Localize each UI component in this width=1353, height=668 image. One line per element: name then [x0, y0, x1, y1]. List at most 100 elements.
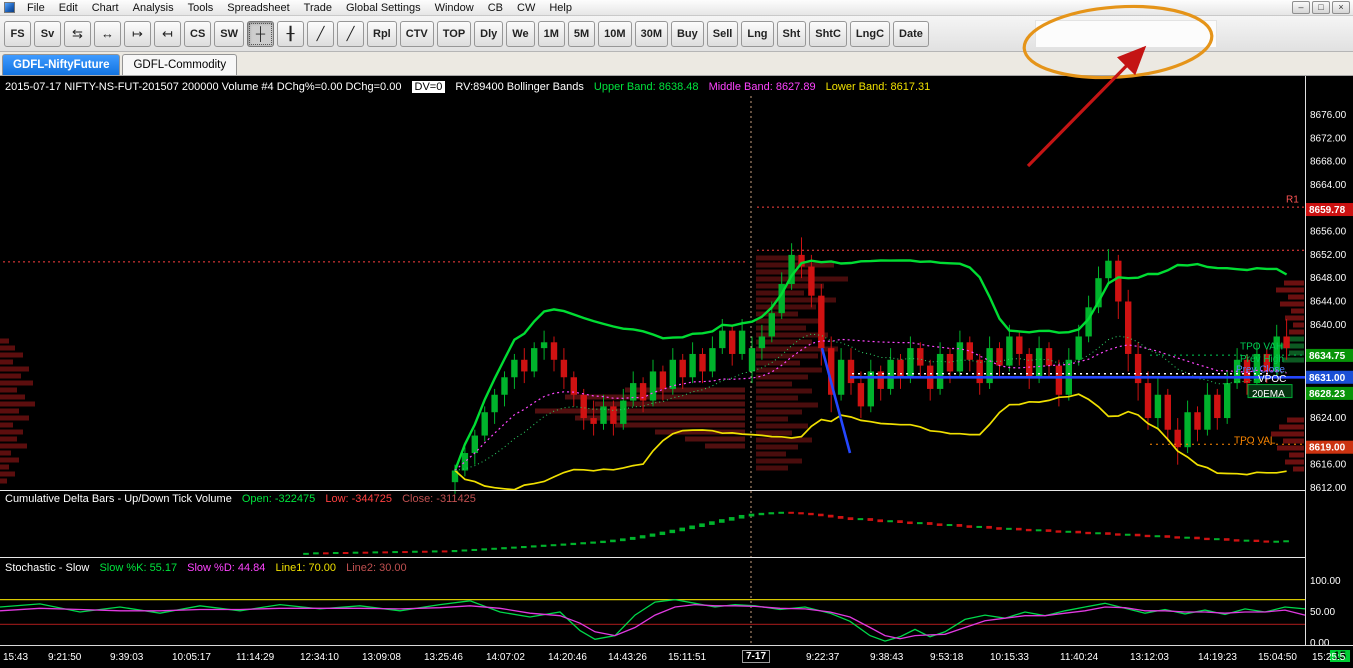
menu-item-tools[interactable]: Tools	[181, 1, 221, 15]
price-chart-canvas[interactable]: R1TPO VAHPrev HighPrev CloseVPOC20EMATPO…	[0, 76, 1353, 668]
stochastic-d-value: Slow %D: 44.84	[187, 562, 266, 574]
tab-bar: GDFL-NiftyFuture GDFL-Commodity	[0, 52, 1353, 76]
application-icon	[4, 2, 15, 13]
time-label: 14:07:02	[486, 652, 525, 663]
maximize-button[interactable]: □	[1312, 1, 1330, 14]
chart-region: R1 TPO VAH Prev High Prev Close VPOC 20EMA TPO…	[0, 76, 1353, 668]
toolbar-button-10m[interactable]: 10M	[598, 20, 632, 47]
menu-item-trade[interactable]: Trade	[297, 1, 339, 15]
menu-item-chart[interactable]: Chart	[85, 1, 126, 15]
stochastic-line1-value: Line1: 70.00	[275, 562, 337, 574]
toolbar-button-sw[interactable]: SW	[214, 20, 245, 47]
ray-tool-icon[interactable]: ╱	[337, 20, 365, 47]
delta-open-value: Open: -322475	[241, 493, 316, 505]
menu-item-edit[interactable]: Edit	[52, 1, 85, 15]
svg-text:8656.00: 8656.00	[1310, 227, 1347, 238]
toolbar-button-top[interactable]: TOP	[436, 20, 472, 47]
trendline-tool-icon[interactable]: ╱	[307, 20, 335, 47]
delta-title: Cumulative Delta Bars - Up/Down Tick Vol…	[5, 493, 232, 505]
time-label: 9:21:50	[48, 652, 82, 663]
expand-bars-icon[interactable]: ↔	[94, 20, 121, 47]
tab-gdfl-niftyfuture[interactable]: GDFL-NiftyFuture	[2, 54, 121, 75]
svg-text:8631.00: 8631.00	[1309, 373, 1346, 384]
application-window: File Edit Chart Analysis Tools Spreadsheet Tra…	[0, 0, 1353, 668]
menu-item-spreadsheet[interactable]: Spreadsheet	[220, 1, 296, 15]
toolbar-button-date[interactable]: Date	[893, 20, 929, 47]
dv-value: DV=0	[411, 81, 446, 93]
toolbar-button-buy[interactable]: Buy	[670, 20, 704, 47]
close-button[interactable]: ×	[1332, 1, 1350, 14]
trendline-line	[820, 347, 852, 454]
svg-text:VPOC: VPOC	[1258, 374, 1286, 385]
stoch-d-line	[0, 603, 1306, 640]
toolbar-button-rpl[interactable]: Rpl	[367, 20, 397, 47]
menu-bar: File Edit Chart Analysis Tools Spreadsheet Tra…	[0, 0, 1353, 16]
stochastic-title: Stochastic - Slow	[5, 562, 90, 574]
time-label: 9:22:37	[806, 652, 840, 663]
svg-text:TPO VAL: TPO VAL	[1234, 436, 1276, 447]
menu-item-global-settings[interactable]: Global Settings	[339, 1, 428, 15]
middle-band-value: Middle Band: 8627.89	[708, 81, 816, 93]
time-label: 11:40:24	[1060, 652, 1099, 663]
delta-low-value: Low: -344725	[325, 493, 392, 505]
toolbar-button-cs[interactable]: CS	[184, 20, 212, 47]
menu-item-cw[interactable]: CW	[510, 1, 542, 15]
toolbar-button-sv[interactable]: Sv	[34, 20, 61, 47]
delta-close-value: Close: -311425	[402, 493, 476, 505]
lower-band-value: Lower Band: 8617.31	[825, 81, 931, 93]
stochastic-line2-value: Line2: 30.00	[346, 562, 407, 574]
svg-text:8628.23: 8628.23	[1309, 389, 1346, 400]
candles	[451, 237, 1290, 494]
toolbar-button-1m[interactable]: 1M	[537, 20, 565, 47]
compress-bars-icon[interactable]: ⇆	[64, 20, 91, 47]
minimize-button[interactable]: –	[1292, 1, 1310, 14]
crosshair-alt-icon[interactable]: ╂	[277, 20, 305, 47]
time-label: 15:04:50	[1258, 652, 1297, 663]
delta-bars	[303, 511, 1289, 555]
toolbar-button-fs[interactable]: FS	[4, 20, 31, 47]
time-axis: 15 15:43 9:21:50 9:39:03 10:05:17 11:14:29 12…	[0, 645, 1353, 668]
menu-item-file[interactable]: File	[20, 1, 52, 15]
time-label: 14:19:23	[1198, 652, 1237, 663]
toolbar-button-ctv[interactable]: CTV	[399, 20, 434, 47]
svg-text:8659.78: 8659.78	[1309, 205, 1346, 216]
svg-text:50.00: 50.00	[1310, 607, 1335, 618]
toolbar-button-sell[interactable]: Sell	[706, 20, 739, 47]
overlay-labels: R1TPO VAHPrev HighPrev CloseVPOC20EMATPO…	[1234, 194, 1299, 446]
upper-band-value: Upper Band: 8638.48	[593, 81, 699, 93]
toolbar-empty-area	[1035, 20, 1217, 48]
menu-item-cb[interactable]: CB	[481, 1, 510, 15]
menu-item-window[interactable]: Window	[428, 1, 481, 15]
svg-text:8640.00: 8640.00	[1310, 320, 1347, 331]
toolbar-button-we[interactable]: We	[506, 20, 535, 47]
svg-text:8619.00: 8619.00	[1309, 443, 1346, 454]
time-label: 15:43	[3, 652, 29, 663]
menu-bar-items: File Edit Chart Analysis Tools Spreadsheet Tra…	[20, 0, 579, 15]
stochastic-panel-header: Stochastic - Slow Slow %K: 55.17 Slow %D…	[5, 562, 414, 574]
svg-text:8648.00: 8648.00	[1310, 273, 1347, 284]
volume-profile	[0, 255, 1304, 484]
time-label: 13:25:46	[424, 652, 463, 663]
time-label: 15:25:5	[1312, 652, 1346, 663]
toolbar-button-shtc[interactable]: ShtC	[809, 20, 847, 47]
time-label: 12:34:10	[300, 652, 339, 663]
delta-panel-header: Cumulative Delta Bars - Up/Down Tick Vol…	[5, 493, 483, 505]
time-label: 13:12:03	[1130, 652, 1169, 663]
shift-back-icon[interactable]: ↤	[154, 20, 181, 47]
toolbar-button-lng[interactable]: Lng	[741, 20, 774, 47]
toolbar-button-30m[interactable]: 30M	[634, 20, 668, 47]
crosshair-icon[interactable]: ┼	[247, 20, 275, 47]
time-label: 10:15:33	[990, 652, 1029, 663]
time-label: 9:38:43	[870, 652, 904, 663]
tab-gdfl-commodity[interactable]: GDFL-Commodity	[122, 54, 238, 75]
toolbar-button-5m[interactable]: 5M	[567, 20, 596, 47]
svg-text:TPO VAH: TPO VAH	[1240, 341, 1283, 352]
toolbar-button-lngc[interactable]: LngC	[849, 20, 891, 47]
menu-item-help[interactable]: Help	[542, 1, 579, 15]
shift-forward-icon[interactable]: ↦	[124, 20, 151, 47]
toolbar-button-sht[interactable]: Sht	[776, 20, 807, 47]
menu-item-analysis[interactable]: Analysis	[126, 1, 181, 15]
time-label: 14:20:46	[548, 652, 587, 663]
toolbar-button-dly[interactable]: Dly	[474, 20, 504, 47]
svg-text:20EMA: 20EMA	[1252, 389, 1285, 400]
